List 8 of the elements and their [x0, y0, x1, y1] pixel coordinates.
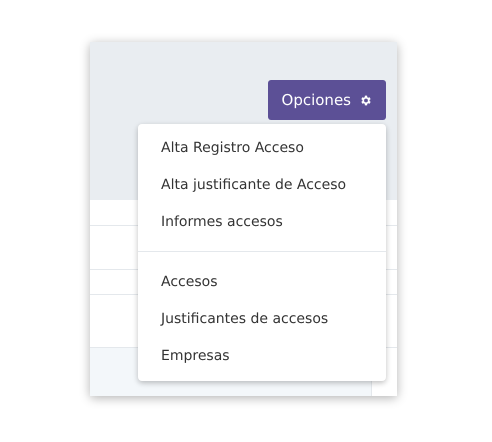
- menu-item[interactable]: Justificantes de accesos: [138, 301, 386, 338]
- menu-item[interactable]: Accesos: [138, 264, 386, 301]
- menu-item[interactable]: Alta justificante de Acceso: [138, 167, 386, 204]
- menu-item[interactable]: Alta Registro Acceso: [138, 130, 386, 167]
- menu-item[interactable]: Empresas: [138, 338, 386, 375]
- gear-icon: [359, 94, 372, 106]
- options-button[interactable]: Opciones: [268, 80, 386, 120]
- menu-item[interactable]: Informes accesos: [138, 204, 386, 241]
